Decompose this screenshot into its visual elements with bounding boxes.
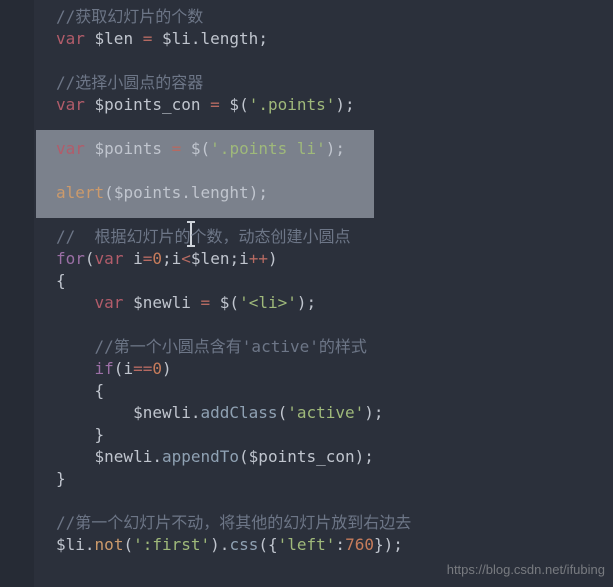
keyword-var: var xyxy=(56,139,85,158)
keyword-var: var xyxy=(56,95,85,114)
comment: //获取幻灯片的个数 xyxy=(56,7,203,26)
watermark-text: https://blog.csdn.net/ifubing xyxy=(447,562,605,577)
func-alert: alert xyxy=(56,183,104,202)
keyword-for: for xyxy=(56,249,85,268)
comment: //第一个幻灯片不动，将其他的幻灯片放到右边去 xyxy=(56,513,411,532)
code-editor[interactable]: //获取幻灯片的个数 var $len = $li.length; //选择小圆… xyxy=(0,0,613,587)
comment: //第一个小圆点含有'active'的样式 xyxy=(95,337,367,356)
comment: // 根据幻灯片 xyxy=(56,227,175,246)
comment: //选择小圆点的容器 xyxy=(56,73,203,92)
keyword-var: var xyxy=(56,29,85,48)
keyword-if: if xyxy=(95,359,114,378)
code-content[interactable]: //获取幻灯片的个数 var $len = $li.length; //选择小圆… xyxy=(0,0,411,556)
